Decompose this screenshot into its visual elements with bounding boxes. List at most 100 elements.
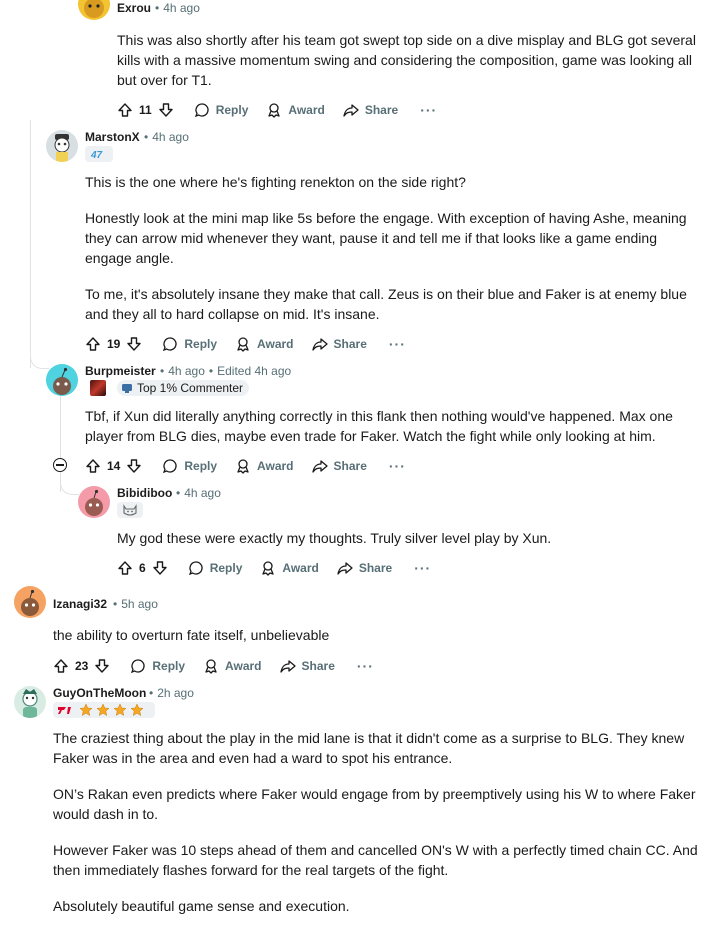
- user-avatar-icon: [85, 489, 103, 516]
- reply-button[interactable]: Reply: [130, 658, 185, 674]
- share-button[interactable]: Share: [311, 336, 367, 352]
- vote-count: 6: [139, 561, 146, 575]
- comment-meta: • 2h ago: [149, 686, 194, 700]
- svg-text:47: 47: [90, 150, 103, 161]
- avatar[interactable]: [78, 0, 110, 20]
- username[interactable]: Burpmeister: [85, 364, 156, 378]
- user-flair: [53, 702, 155, 718]
- user-avatar-icon: [84, 0, 104, 18]
- user-flair: [117, 502, 143, 518]
- paragraph: Tbf, if Xun did literally anything corre…: [85, 408, 673, 444]
- vote-count: 14: [107, 459, 121, 473]
- comment-icon: [194, 103, 209, 118]
- paragraph: The craziest thing about the play in the…: [53, 730, 685, 766]
- avatar[interactable]: [14, 586, 46, 618]
- username[interactable]: GuyOnTheMoon: [53, 686, 146, 700]
- username[interactable]: Izanagi32: [53, 597, 107, 611]
- downvote-icon[interactable]: [126, 336, 142, 352]
- reply-button[interactable]: Reply: [162, 458, 217, 474]
- upvote-icon[interactable]: [117, 102, 133, 118]
- t1-logo-icon: [58, 707, 71, 714]
- paragraph: My god these were exactly my thoughts. T…: [117, 530, 552, 546]
- collapse-thread-button[interactable]: [53, 458, 67, 472]
- comment-actions: 14 Reply Award Share ···: [85, 454, 406, 478]
- paragraph: This is the one where he's fighting rene…: [85, 174, 466, 190]
- vote-count: 23: [75, 659, 89, 673]
- downvote-icon[interactable]: [94, 658, 110, 674]
- username[interactable]: Exrou: [117, 1, 151, 15]
- timestamp[interactable]: 4h ago: [184, 486, 221, 500]
- share-button[interactable]: Share: [311, 458, 367, 474]
- more-options-button[interactable]: ···: [389, 336, 406, 352]
- vote-group: 23: [53, 658, 110, 674]
- username[interactable]: MarstonX: [85, 130, 140, 144]
- team-logo-icon: 47: [90, 150, 103, 161]
- vote-group: 6: [117, 560, 168, 576]
- paragraph: the ability to overturn fate itself, unb…: [53, 627, 330, 643]
- more-options-button[interactable]: ···: [414, 560, 431, 576]
- trophy-icon: [122, 384, 132, 393]
- share-icon: [343, 104, 359, 117]
- flair-image: [90, 380, 106, 396]
- reply-button[interactable]: Reply: [194, 102, 248, 118]
- share-button[interactable]: Share: [343, 102, 398, 118]
- more-options-button[interactable]: ···: [420, 102, 437, 118]
- paragraph: Absolutely beautiful game sense and exec…: [53, 898, 350, 914]
- award-icon: [237, 337, 249, 352]
- downvote-icon[interactable]: [152, 560, 168, 576]
- thread-line: [30, 120, 31, 368]
- paragraph: This was also shortly after his team got…: [117, 32, 696, 88]
- avatar[interactable]: [78, 486, 110, 518]
- avatar[interactable]: [46, 130, 78, 162]
- reply-button[interactable]: Reply: [188, 560, 242, 576]
- comment-meta: • 4h ago: [176, 486, 221, 500]
- timestamp[interactable]: 4h ago: [168, 364, 205, 378]
- award-button[interactable]: Award: [260, 560, 319, 576]
- upvote-icon[interactable]: [53, 658, 69, 674]
- upvote-icon[interactable]: [85, 458, 101, 474]
- reply-button[interactable]: Reply: [162, 336, 217, 352]
- user-flair: 47: [85, 146, 113, 162]
- comment-actions: 23 Reply Award Share ···: [53, 654, 374, 678]
- user-avatar-icon: [22, 689, 38, 718]
- share-icon: [311, 460, 328, 473]
- comment-actions: 6 Reply Award Share ···: [117, 556, 431, 580]
- upvote-icon[interactable]: [117, 560, 133, 576]
- vote-count: 19: [107, 337, 121, 351]
- award-button[interactable]: Award: [266, 102, 325, 118]
- more-options-button[interactable]: ···: [357, 658, 374, 674]
- comment-body: This was also shortly after his team got…: [117, 30, 702, 106]
- paragraph: However Faker was 10 steps ahead of them…: [53, 842, 698, 878]
- more-options-button[interactable]: ···: [389, 458, 406, 474]
- comment-meta: • 4h ago • Edited 4h ago: [160, 364, 292, 378]
- award-icon: [268, 103, 281, 118]
- timestamp[interactable]: 4h ago: [152, 130, 189, 144]
- downvote-icon[interactable]: [158, 102, 174, 118]
- award-button[interactable]: Award: [235, 336, 294, 352]
- avatar[interactable]: [14, 686, 46, 718]
- vote-group: 14: [85, 458, 142, 474]
- star-rating-icon: [79, 703, 144, 717]
- avatar[interactable]: [46, 364, 78, 396]
- timestamp[interactable]: 4h ago: [163, 1, 200, 15]
- comment-meta: • 4h ago: [144, 130, 189, 144]
- downvote-icon[interactable]: [126, 458, 142, 474]
- award-button[interactable]: Award: [235, 458, 294, 474]
- timestamp[interactable]: 5h ago: [121, 597, 158, 611]
- vote-group: 19: [85, 336, 142, 352]
- edited-label: Edited 4h ago: [217, 364, 292, 378]
- thread-branch: [30, 346, 49, 369]
- comment-icon: [163, 337, 177, 352]
- comment-body: The craziest thing about the play in the…: [53, 728, 703, 932]
- comment-actions: 19 Reply Award Share ···: [85, 332, 406, 356]
- comment-actions: 11 Reply Award Share ···: [117, 98, 437, 122]
- timestamp[interactable]: 2h ago: [157, 686, 194, 700]
- paragraph: Honestly look at the mini map like 5s be…: [85, 210, 687, 266]
- share-button[interactable]: Share: [279, 658, 335, 674]
- cat-emblem-icon: [123, 504, 137, 516]
- username[interactable]: Bibidiboo: [117, 486, 172, 500]
- upvote-icon[interactable]: [85, 336, 101, 352]
- user-avatar-icon: [21, 589, 39, 616]
- award-button[interactable]: Award: [203, 658, 262, 674]
- share-button[interactable]: Share: [337, 560, 392, 576]
